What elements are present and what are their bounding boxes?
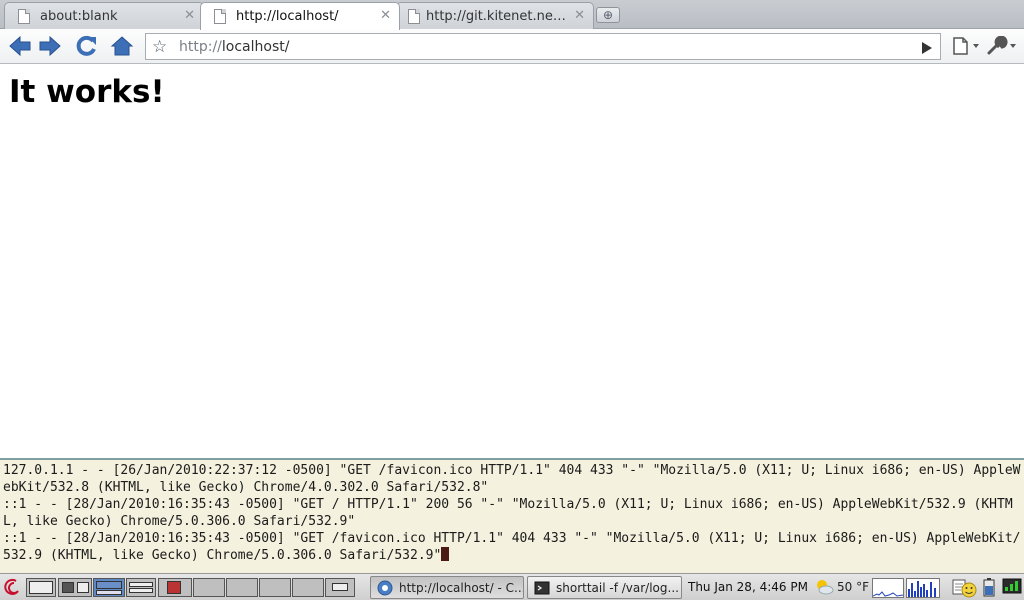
back-button[interactable] (8, 35, 32, 57)
window-thumbnail (96, 590, 122, 595)
smiley-icon[interactable] (960, 580, 978, 600)
page-icon (408, 9, 420, 24)
window-thumbnail (77, 582, 89, 593)
plus-icon: ⊕ (602, 8, 614, 22)
reload-button[interactable] (74, 35, 98, 57)
workspace-2[interactable] (58, 578, 92, 597)
tab-git-kitenet[interactable]: http://git.kitenet.net... ✕ (396, 2, 594, 29)
window-thumbnail (96, 581, 122, 589)
forward-button[interactable] (38, 35, 62, 57)
page-icon (214, 9, 226, 24)
task-label: http://localhost/ - C... (399, 581, 524, 595)
network-graph-icon (908, 581, 936, 597)
taskbar-panel: http://localhost/ - C... shorttail -f /v… (0, 573, 1024, 600)
address-bar[interactable]: ☆ http://localhost/ (145, 33, 941, 60)
workspace-8[interactable] (259, 578, 291, 597)
wrench-icon (987, 36, 1008, 55)
window-thumbnail (62, 582, 74, 593)
chevron-down-icon (973, 44, 979, 48)
workspace-3[interactable] (93, 578, 125, 597)
network-manager-icon[interactable] (1002, 577, 1022, 597)
window-thumbnail (129, 582, 153, 587)
chrome-icon (377, 580, 393, 596)
go-arrow-icon[interactable] (922, 42, 932, 54)
reload-icon (76, 35, 96, 56)
page-content: It works! (0, 65, 1024, 458)
tab-title: http://git.kitenet.net... (426, 9, 566, 24)
tab-about-blank[interactable]: about:blank ✕ (4, 2, 204, 29)
forward-arrow-icon (39, 35, 61, 57)
terminal-window[interactable]: 127.0.1.1 - - [26/Jan/2010:22:37:12 -050… (0, 458, 1024, 573)
tab-close-icon[interactable]: ✕ (380, 8, 391, 23)
temperature: 50 °F (837, 580, 869, 594)
browser-toolbar: ☆ http://localhost/ (0, 29, 1024, 64)
workspace-7[interactable] (226, 578, 258, 597)
weather-icon[interactable] (814, 578, 834, 596)
log-line: 127.0.1.1 - - [26/Jan/2010:22:37:12 -050… (3, 463, 1021, 495)
workspace-4[interactable] (126, 578, 156, 597)
chevron-down-icon (1010, 44, 1016, 48)
tab-title: http://localhost/ (236, 9, 339, 24)
home-icon (110, 36, 134, 56)
window-thumbnail (167, 581, 181, 594)
tools-menu-button[interactable] (986, 35, 1018, 57)
task-button-browser[interactable]: http://localhost/ - C... (370, 576, 524, 599)
log-line: ::1 - - [28/Jan/2010:16:35:43 -0500] "GE… (3, 497, 1013, 529)
tab-title: about:blank (40, 9, 118, 24)
battery-icon[interactable] (980, 577, 998, 597)
terminal-icon (534, 581, 550, 595)
log-line-text: ::1 - - [28/Jan/2010:16:35:43 -0500] "GE… (3, 531, 1021, 563)
tab-close-icon[interactable]: ✕ (574, 8, 585, 23)
page-menu-button[interactable] (949, 35, 981, 57)
workspace-9[interactable] (292, 578, 324, 597)
terminal-cursor (441, 547, 450, 561)
cpu-graph-icon (872, 591, 904, 597)
tab-strip: about:blank ✕ http://localhost/ ✕ http:/… (0, 0, 1024, 30)
task-button-terminal[interactable]: shorttail -f /var/log... (527, 576, 682, 599)
workspace-1[interactable] (26, 578, 56, 597)
workspace-10[interactable] (325, 578, 355, 597)
tab-close-icon[interactable]: ✕ (184, 8, 195, 23)
new-tab-button[interactable]: ⊕ (596, 7, 620, 23)
cpu-monitor-graph[interactable] (872, 578, 904, 598)
url-scheme: http:// (179, 39, 222, 55)
workspace-6[interactable] (193, 578, 225, 597)
window-thumbnail (332, 583, 348, 591)
tab-localhost[interactable]: http://localhost/ ✕ (200, 2, 400, 30)
home-button[interactable] (110, 35, 134, 57)
window-thumbnail (129, 588, 153, 593)
page-icon (18, 9, 30, 24)
window-thumbnail (29, 581, 53, 594)
page-heading: It works! (9, 74, 165, 110)
address-text: http://localhost/ (179, 39, 289, 55)
back-arrow-icon (9, 35, 31, 57)
bookmark-star-icon[interactable]: ☆ (152, 37, 167, 57)
network-monitor-graph[interactable] (906, 578, 940, 598)
debian-menu-icon[interactable] (3, 577, 23, 597)
workspace-5[interactable] (158, 578, 192, 597)
task-label: shorttail -f /var/log... (556, 581, 679, 595)
clock[interactable]: Thu Jan 28, 4:46 PM (688, 580, 808, 594)
page-icon (953, 37, 968, 55)
log-line: ::1 - - [28/Jan/2010:16:35:43 -0500] "GE… (3, 530, 1023, 564)
url-host: localhost/ (221, 39, 290, 55)
